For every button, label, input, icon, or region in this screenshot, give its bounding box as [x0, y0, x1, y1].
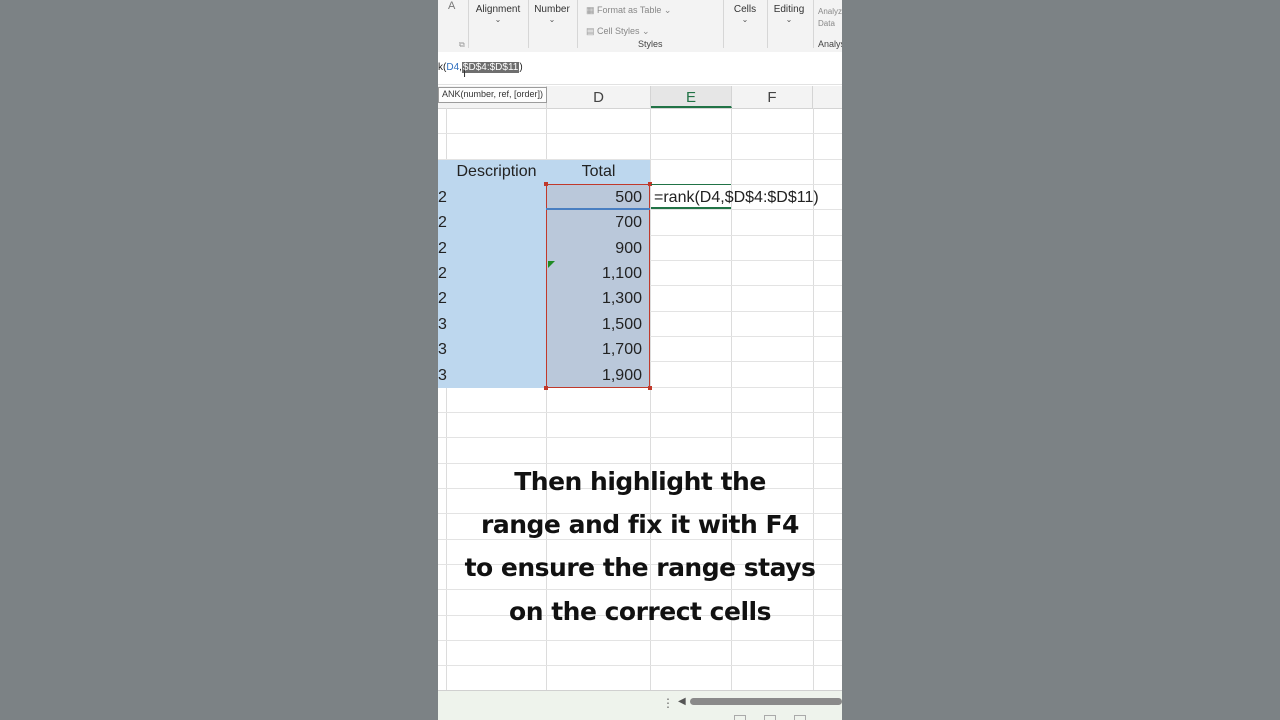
- scroll-left-icon[interactable]: ◀: [678, 696, 686, 707]
- grid-line: [438, 463, 842, 464]
- text-cursor-icon: I: [463, 68, 467, 80]
- grid-line: [438, 412, 842, 413]
- page-break-icon[interactable]: [794, 715, 806, 720]
- chevron-down-icon: ⌄: [548, 15, 556, 24]
- function-tooltip: ANK(number, ref, [order]): [438, 87, 548, 103]
- table-icon: ▦: [586, 5, 598, 15]
- ribbon: A ⧉ Alignment ⌄ Number ⌄ ▦ Format as Tab…: [438, 0, 842, 53]
- ribbon-separator: [767, 0, 768, 48]
- range-handle-bottom-left[interactable]: [544, 386, 548, 390]
- ribbon-separator: [528, 0, 529, 48]
- cell-styles-button[interactable]: ▤ Cell Styles ⌄: [586, 21, 650, 39]
- chevron-down-icon: ⌄: [785, 15, 793, 24]
- table-row-left-value[interactable]: 3: [438, 367, 447, 385]
- table-row-left-value[interactable]: 2: [438, 240, 447, 258]
- formula-selected-range: $D$4:$D$11: [461, 62, 520, 73]
- analyze-data-label: Analyze Data: [818, 7, 842, 28]
- formula-bar[interactable]: k(D4,$D$4:$D$11) I: [438, 52, 842, 85]
- column-header-f[interactable]: F: [732, 86, 813, 108]
- grid-line: [438, 437, 842, 438]
- table-row-left-value[interactable]: 2: [438, 290, 447, 308]
- excel-window: A ⧉ Alignment ⌄ Number ⌄ ▦ Format as Tab…: [438, 0, 842, 720]
- chevron-down-icon: ⌄: [661, 5, 672, 15]
- more-options-icon[interactable]: ⋮: [662, 696, 674, 710]
- alignment-label: Alignment: [475, 4, 521, 15]
- analysis-group-label: Analysis: [818, 39, 842, 49]
- number-group[interactable]: Number ⌄: [532, 4, 572, 24]
- caption-line-4: on the correct cells: [509, 597, 771, 626]
- range-handle-bottom-right[interactable]: [648, 386, 652, 390]
- ribbon-separator: [813, 0, 814, 48]
- caption-line-1: Then highlight the: [514, 467, 766, 496]
- range-handle-top-left[interactable]: [544, 182, 548, 186]
- header-total[interactable]: Total: [547, 163, 650, 181]
- grid-line: [438, 539, 842, 540]
- grid-line: [438, 589, 842, 590]
- table-row-left-value[interactable]: 2: [438, 189, 447, 207]
- editing-label: Editing: [773, 4, 805, 15]
- ribbon-separator: [468, 0, 469, 48]
- cell-styles-icon: ▤: [586, 26, 598, 36]
- cells-label: Cells: [733, 4, 757, 15]
- range-reference-border: [546, 184, 650, 388]
- horizontal-scrollbar[interactable]: [690, 698, 842, 705]
- cells-group[interactable]: Cells ⌄: [728, 4, 762, 24]
- ribbon-separator: [723, 0, 724, 48]
- caption-line-3: to ensure the range stays: [464, 553, 816, 582]
- table-row-left-value[interactable]: 2: [438, 265, 447, 283]
- analyze-data-button[interactable]: Analyze Data: [818, 6, 842, 30]
- table-row-left-value[interactable]: 3: [438, 316, 447, 334]
- cell-styles-label: Cell Styles: [597, 26, 640, 36]
- format-as-table-label: Format as Table: [597, 5, 662, 15]
- active-cell-formula[interactable]: =rank(D4,$D$4:$D$11): [654, 189, 819, 207]
- format-as-table-button[interactable]: ▦ Format as Table ⌄: [586, 0, 671, 18]
- alignment-group[interactable]: Alignment ⌄: [474, 4, 522, 24]
- chevron-down-icon: ⌄: [639, 26, 650, 36]
- formula-arg-reference: D4: [446, 62, 460, 73]
- row-reference-border: [546, 208, 650, 210]
- font-size-increase-button[interactable]: A: [448, 0, 455, 12]
- dialog-launcher-icon[interactable]: ⧉: [459, 40, 465, 50]
- table-row-left-value[interactable]: 3: [438, 341, 447, 359]
- number-label: Number: [534, 4, 570, 15]
- normal-view-icon[interactable]: [734, 715, 746, 720]
- chevron-down-icon: ⌄: [494, 15, 502, 24]
- styles-group-label: Styles: [638, 39, 663, 49]
- grid-line: [438, 133, 842, 134]
- grid-line: [438, 665, 842, 666]
- caption-line-2: range and fix it with F4: [481, 510, 799, 539]
- editing-group[interactable]: Editing ⌄: [770, 4, 808, 24]
- column-header-e[interactable]: E: [651, 86, 732, 108]
- table-row-left-value[interactable]: 2: [438, 214, 447, 232]
- column-header-d[interactable]: D: [547, 86, 651, 108]
- page-layout-icon[interactable]: [764, 715, 776, 720]
- grid-line: [438, 640, 842, 641]
- ribbon-separator: [577, 0, 578, 48]
- sheet-bottom-bar: ⋮ ◀: [438, 690, 842, 720]
- formula-text[interactable]: k(D4,$D$4:$D$11): [438, 62, 523, 73]
- chevron-down-icon: ⌄: [741, 15, 749, 24]
- header-description[interactable]: Description: [438, 163, 555, 181]
- formula-suffix: ): [519, 62, 523, 73]
